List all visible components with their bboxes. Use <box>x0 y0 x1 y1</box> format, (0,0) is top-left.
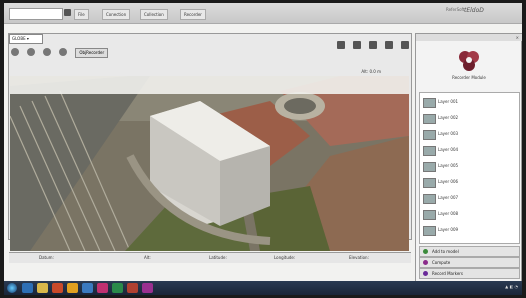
brand-logo: ReferSoft tEldoD <box>446 7 506 19</box>
app-icon[interactable] <box>127 283 138 293</box>
list-item[interactable]: Layer 008 <box>423 207 515 221</box>
layer-thumbnail-icon <box>423 146 436 156</box>
latitude-label: Latitude: <box>209 255 227 260</box>
menu-connection[interactable]: Conection <box>102 9 131 20</box>
recorder-button[interactable]: ObjRecorder <box>75 48 109 58</box>
list-item-label: Layer 008 <box>438 211 459 216</box>
search-input[interactable] <box>9 8 63 20</box>
menu-collection[interactable]: Collection <box>140 9 168 20</box>
search-icon[interactable] <box>64 9 71 16</box>
layer-list: Layer 001 Layer 002 Layer 003 Layer 004 … <box>419 92 520 244</box>
button-label: Compute <box>432 260 451 265</box>
layer-thumbnail-icon <box>423 178 436 188</box>
list-item[interactable]: Layer 003 <box>423 127 515 141</box>
menu-recorder[interactable]: Recorder <box>180 9 206 20</box>
media-icon[interactable] <box>52 283 63 293</box>
list-item[interactable]: Layer 002 <box>423 111 515 125</box>
app-icon[interactable] <box>97 283 108 293</box>
altitude-label: Alt: <box>144 255 151 260</box>
map-imagery <box>10 76 409 251</box>
list-item[interactable]: Layer 007 <box>423 191 515 205</box>
viewer-toolbar: ObjRecorder <box>11 48 406 58</box>
top-toolbar: File Conection Collection Recorder Refer… <box>4 3 522 24</box>
list-item[interactable]: Layer 005 <box>423 159 515 173</box>
app-icon[interactable] <box>82 283 93 293</box>
status-text: Alt: 0.0 m <box>361 69 381 74</box>
list-item[interactable]: Layer 006 <box>423 175 515 189</box>
list-item[interactable]: Layer 009 <box>423 223 515 237</box>
globe-icon[interactable] <box>27 48 36 56</box>
coordinate-bar: Datum: Alt: Latitude: Longitude: Elevati… <box>9 252 411 263</box>
panel-header <box>416 34 522 41</box>
list-item[interactable]: Layer 001 <box>423 95 515 109</box>
navigate-icon[interactable] <box>11 48 19 56</box>
elevation-label: Elevation: <box>349 255 369 260</box>
system-tray[interactable]: ▲ ◧ ◔ <box>505 284 518 289</box>
zoom-icon[interactable] <box>43 48 52 56</box>
add-to-model-button[interactable]: Add to model <box>419 246 520 257</box>
brand-small-text: ReferSoft <box>446 7 465 12</box>
close-icon[interactable]: × <box>516 35 519 40</box>
button-label: Record Markers <box>432 271 464 276</box>
list-item-label: Layer 001 <box>438 99 459 104</box>
layer-thumbnail-icon <box>423 114 436 124</box>
datum-label: Datum: <box>39 255 54 260</box>
recorder-logo-icon <box>459 51 479 71</box>
compute-button[interactable]: Compute <box>419 257 520 268</box>
tab-globe[interactable]: GLOBE ▾ <box>9 34 43 44</box>
marker-icon <box>423 271 428 276</box>
add-icon <box>423 249 428 254</box>
layer-thumbnail-icon <box>423 194 436 204</box>
window-controls <box>334 34 409 49</box>
longitude-label: Longitude: <box>274 255 296 260</box>
taskbar: ▲ ◧ ◔ <box>4 281 522 295</box>
list-item[interactable]: Layer 004 <box>423 143 515 157</box>
ie-icon[interactable] <box>22 283 33 293</box>
layers-icon[interactable] <box>59 48 68 56</box>
compute-icon <box>423 260 428 265</box>
layer-thumbnail-icon <box>423 98 436 108</box>
app-icon[interactable] <box>142 283 153 293</box>
list-item-label: Layer 007 <box>438 195 459 200</box>
list-item-label: Layer 004 <box>438 147 459 152</box>
recorder-panel: × Recorder Module Layer 001 Layer 002 La… <box>415 33 522 285</box>
start-button[interactable] <box>7 283 17 293</box>
record-markers-button[interactable]: Record Markers <box>419 268 520 279</box>
menu-file[interactable]: File <box>74 9 89 20</box>
list-item-label: Layer 006 <box>438 179 459 184</box>
brand-logo-text: tEldoD <box>464 7 484 14</box>
layer-thumbnail-icon <box>423 162 436 172</box>
layer-thumbnail-icon <box>423 210 436 220</box>
list-item-label: Layer 009 <box>438 227 459 232</box>
button-label: Add to model <box>432 249 459 254</box>
aerial-3d-map[interactable] <box>10 76 409 251</box>
globe-viewer-window: GLOBE ▾ ObjRecorder Alt: 0.0 m Datum: Al… <box>8 33 412 263</box>
layer-thumbnail-icon <box>423 130 436 140</box>
desktop-screen: File Conection Collection Recorder Refer… <box>4 3 522 295</box>
app-icon[interactable] <box>112 283 123 293</box>
list-item-label: Layer 002 <box>438 115 459 120</box>
layer-thumbnail-icon <box>423 226 436 236</box>
list-item-label: Layer 003 <box>438 131 459 136</box>
chrome-icon[interactable] <box>67 283 78 293</box>
logo-label: Recorder Module <box>452 75 486 80</box>
list-item-label: Layer 005 <box>438 163 459 168</box>
folder-icon[interactable] <box>37 283 48 293</box>
